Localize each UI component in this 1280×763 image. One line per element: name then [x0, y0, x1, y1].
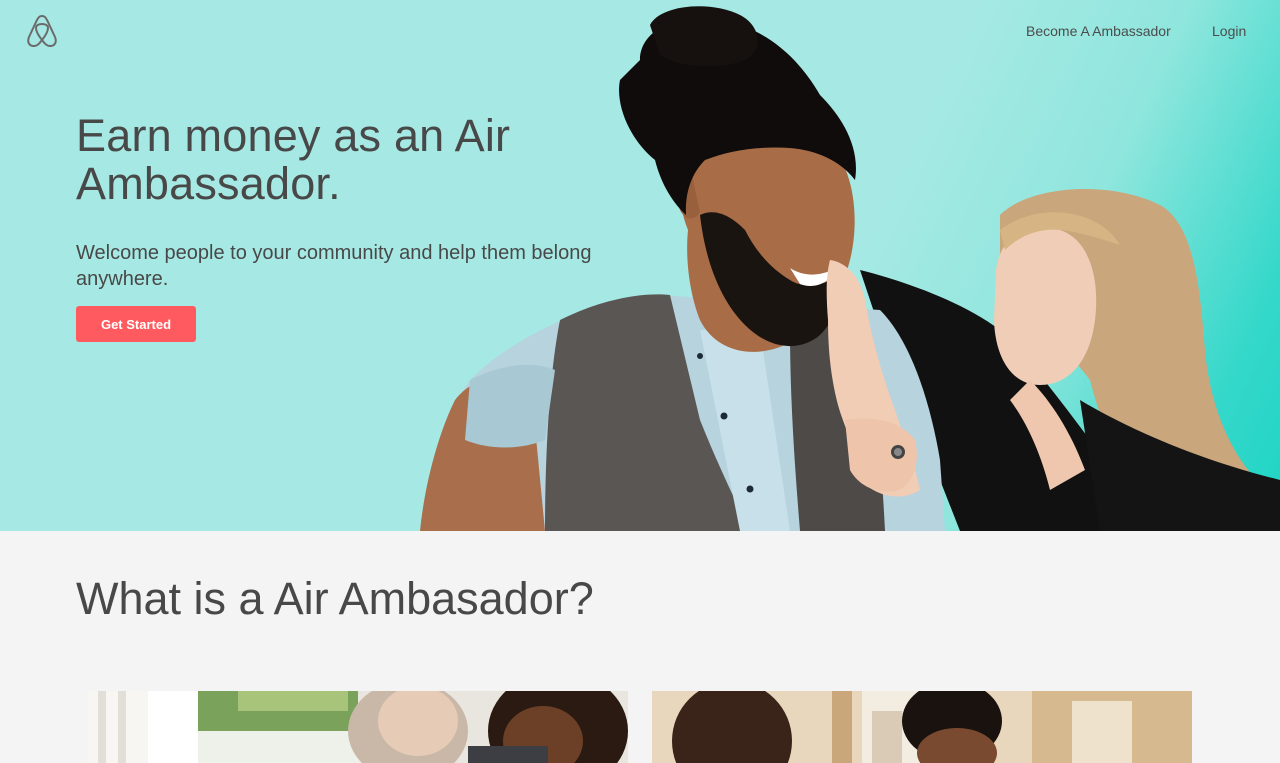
section-title: What is a Air Ambasador?	[76, 573, 594, 624]
hero-subtitle: Welcome people to your community and hel…	[76, 242, 592, 290]
get-started-button[interactable]: Get Started	[76, 306, 196, 342]
nav-login-link[interactable]: Login	[1212, 22, 1246, 40]
airbnb-logo-icon[interactable]	[26, 14, 58, 48]
feature-card-image-1	[88, 691, 628, 763]
hero-section: Become A Ambassador Login Earn money as …	[0, 0, 1280, 531]
feature-card-image-2	[652, 691, 1192, 763]
hero-title: Earn money as an Air Ambassador.	[76, 110, 511, 209]
nav-become-ambassador-link[interactable]: Become A Ambassador	[1026, 22, 1171, 40]
